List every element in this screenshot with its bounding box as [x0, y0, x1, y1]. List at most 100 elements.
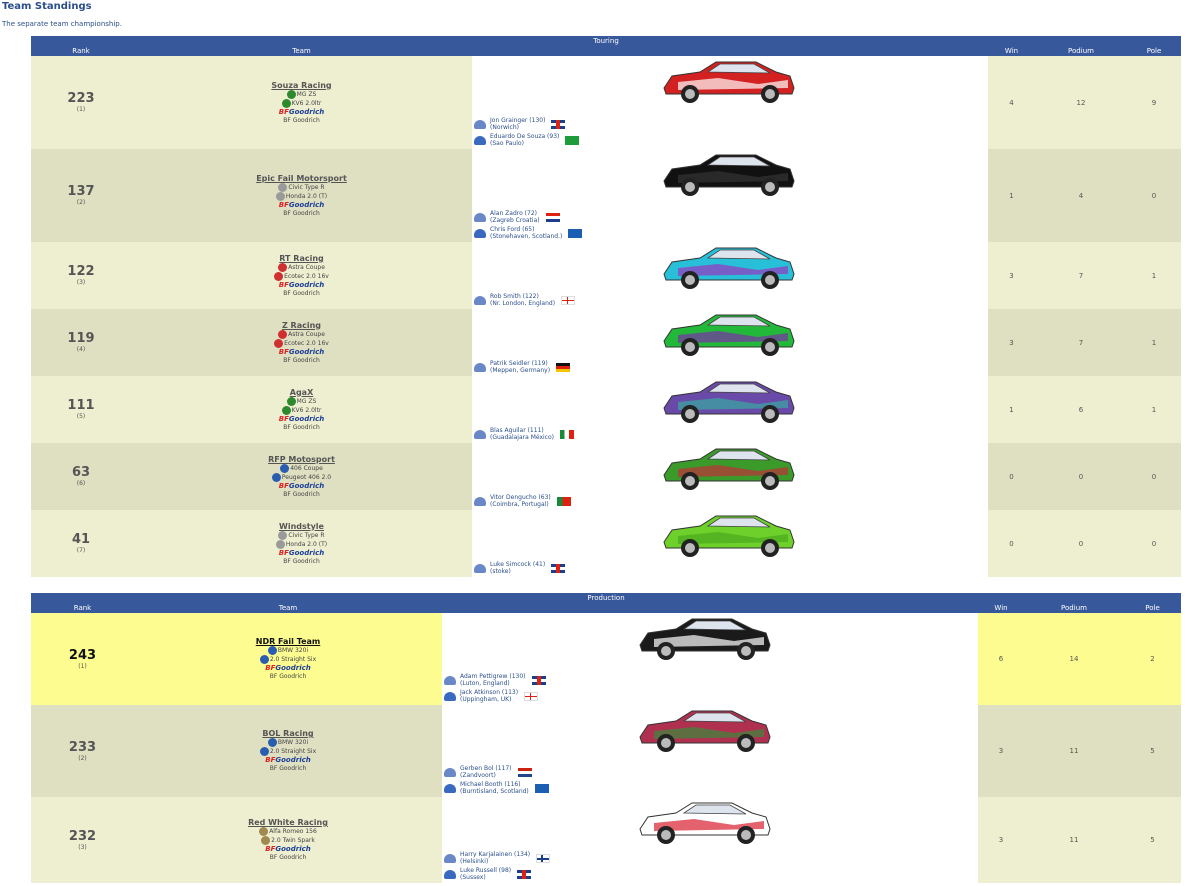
driver-name[interactable]: Eduardo De Souza (93): [490, 133, 559, 140]
engine-brand-icon: [274, 338, 284, 348]
driver-entry[interactable]: Chris Ford (65) (Stonehaven, Scotland.): [474, 226, 583, 240]
car-model: BMW 320i: [277, 647, 309, 654]
driver-entry[interactable]: Alan Zadro (72) (Zagreb Croatia): [474, 210, 582, 224]
driver-name[interactable]: Jon Grainger (130): [490, 117, 545, 124]
engine-brand-icon: [271, 472, 281, 482]
engine-name: KV6 2.0ltr: [291, 99, 322, 107]
driver-name[interactable]: Gerben Bol (117): [460, 765, 512, 772]
flag-icon: [568, 228, 583, 238]
car-model: 406 Coupe: [290, 464, 323, 472]
driver-name[interactable]: Blas Aguilar (111): [490, 427, 544, 434]
rank-points: 223: [67, 91, 95, 106]
rank-position: (7): [76, 547, 86, 554]
helmet-icon: [444, 853, 456, 863]
car-livery-image: [663, 154, 795, 196]
poles-cell: 0: [1127, 443, 1182, 510]
driver-entry[interactable]: Luke Simcock (41) (stoke): [474, 561, 566, 575]
bfgoodrich-logo: BFGoodrich: [265, 845, 311, 853]
helmet-icon: [444, 783, 456, 793]
team-name-link[interactable]: RFP Motosport: [131, 455, 472, 464]
wins-cell: 0: [988, 510, 1035, 577]
car-cell: Harry Karjalainen (134) (Helsinki) Luke Ru…: [442, 797, 978, 883]
driver-location: (Helsinki): [460, 858, 489, 865]
helmet-icon: [474, 119, 486, 129]
poles-cell: 0: [1127, 510, 1182, 577]
driver-name[interactable]: Luke Russell (98): [460, 867, 511, 874]
driver-name[interactable]: Rob Smith (122): [490, 293, 539, 300]
driver-entry[interactable]: Patrik Seidler (119) (Meppen, Germany): [474, 360, 571, 374]
team-name-link[interactable]: Windstyle: [131, 522, 472, 531]
driver-name[interactable]: Adam Pettigrew (130): [460, 673, 526, 680]
rank-cell: 233 (2): [31, 705, 134, 797]
helmet-icon: [474, 563, 486, 573]
driver-name[interactable]: Michael Booth (116): [460, 781, 521, 788]
team-name-link[interactable]: Souza Racing: [131, 81, 472, 90]
col-rank: Rank: [31, 603, 134, 613]
car-brand-icon: [286, 89, 296, 99]
podiums-cell: 4: [1035, 149, 1127, 242]
driver-entry[interactable]: Harry Karjalainen (134) (Helsinki): [444, 851, 551, 865]
col-pole: Pole: [1127, 46, 1182, 56]
driver-name[interactable]: Luke Simcock (41): [490, 561, 545, 568]
tyre-sponsor: BF Goodrich: [283, 289, 320, 297]
rank-points: 243: [68, 647, 97, 663]
driver-entry[interactable]: Jack Atkinson (113) (Uppingham, UK): [444, 689, 546, 703]
tyre-sponsor: BF Goodrich: [269, 854, 307, 861]
driver-list: Alan Zadro (72) (Zagreb Croatia) Chris For…: [474, 208, 583, 240]
driver-entry[interactable]: Gerben Bol (117) (Zandvoort): [444, 765, 549, 779]
team-name-link[interactable]: Epic Fail Motorsport: [131, 174, 472, 183]
driver-name[interactable]: Jack Atkinson (113): [460, 689, 518, 696]
driver-list: Patrik Seidler (119) (Meppen, Germany): [474, 358, 571, 374]
driver-name[interactable]: Chris Ford (65): [490, 226, 534, 233]
flag-icon: [556, 496, 571, 506]
tyre-sponsor: BF Goodrich: [283, 116, 320, 124]
car-cell: Luke Simcock (41) (stoke): [472, 510, 988, 577]
team-name-link[interactable]: Z Racing: [131, 321, 472, 330]
bfgoodrich-logo: BFGoodrich: [265, 756, 311, 764]
rank-cell: 63 (6): [31, 443, 131, 510]
driver-entry[interactable]: Blas Aguilar (111) (Guadalajara México): [474, 427, 574, 441]
car-livery-image: [663, 314, 795, 356]
driver-entry[interactable]: Rob Smith (122) (Nr. London, England): [474, 293, 576, 307]
flag-icon: [545, 212, 560, 222]
driver-entry[interactable]: Jon Grainger (130) (Norwich): [474, 117, 579, 131]
poles-cell: 1: [1127, 242, 1182, 309]
column-headers: Rank Team Win Podium Pole: [31, 46, 1182, 56]
driver-name[interactable]: Vitor Dengucho (63): [490, 494, 551, 501]
driver-name[interactable]: Patrik Seidler (119): [490, 360, 548, 367]
podiums-cell: 0: [1035, 443, 1127, 510]
rank-cell: 243 (1): [31, 613, 134, 705]
rank-position: (2): [78, 754, 87, 762]
car-brand-icon: [278, 329, 288, 339]
helmet-icon: [444, 691, 456, 701]
section-header-touring: Touring: [31, 36, 1182, 46]
driver-name[interactable]: Alan Zadro (72): [490, 210, 537, 217]
team-name-link[interactable]: BOL Racing: [134, 729, 442, 738]
team-name-link[interactable]: Red White Racing: [134, 818, 442, 827]
driver-list: Adam Pettigrew (130) (Luton, England) Jack…: [444, 671, 546, 703]
driver-name[interactable]: Harry Karjalainen (134): [460, 851, 530, 858]
rank-position: (6): [76, 480, 86, 487]
col-win: Win: [978, 603, 1024, 613]
driver-location: (Coimbra, Portugal): [490, 501, 549, 508]
team-cell: NDR Fail Team BMW 320i 2.0 Straight Six BFG…: [134, 613, 442, 705]
driver-entry[interactable]: Eduardo De Souza (93) (Sao Paulo): [474, 133, 580, 147]
driver-entry[interactable]: Adam Pettigrew (130) (Luton, England): [444, 673, 546, 687]
podiums-cell: 0: [1035, 510, 1127, 577]
driver-entry[interactable]: Michael Booth (116) (Burntisland, Scotlan…: [444, 781, 549, 795]
car-livery-image: [639, 802, 771, 844]
car-brand-icon: [278, 262, 288, 272]
engine-brand-icon: [275, 539, 285, 549]
rank-position: (1): [78, 662, 87, 670]
tyre-sponsor: BF Goodrich: [269, 765, 307, 772]
driver-list: Blas Aguilar (111) (Guadalajara México): [474, 425, 574, 441]
wins-cell: 0: [988, 443, 1035, 510]
engine-brand-icon: [261, 836, 271, 845]
flag-icon: [556, 362, 571, 372]
team-name-link[interactable]: RT Racing: [131, 254, 472, 263]
driver-entry[interactable]: Luke Russell (98) (Sussex): [444, 867, 550, 881]
driver-entry[interactable]: Vitor Dengucho (63) (Coimbra, Portugal): [474, 494, 571, 508]
team-name-link[interactable]: AgaX: [131, 388, 472, 397]
rank-position: (1): [76, 106, 86, 113]
team-name-link[interactable]: NDR Fail Team: [134, 637, 442, 646]
